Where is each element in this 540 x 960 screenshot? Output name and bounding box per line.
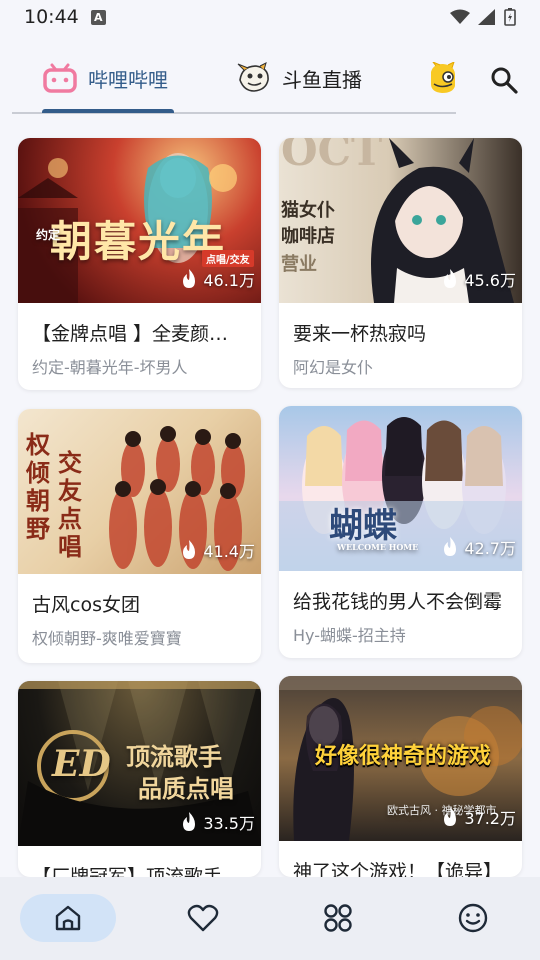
tab-label: 斗鱼直播 <box>282 67 362 92</box>
view-count-value: 33.5万 <box>203 814 255 833</box>
thumbnail-small: 约定 <box>36 228 61 242</box>
view-count: 37.2万 <box>442 805 516 829</box>
stream-thumbnail: OCT 猫女仆 咖啡店 营业 45.6万 <box>279 138 522 303</box>
smile-icon <box>458 903 488 933</box>
search-button[interactable] <box>486 62 522 98</box>
stream-thumbnail: 朝暮光年 约定 点唱/交友 46.1万 <box>18 138 261 303</box>
stream-thumbnail: 蝴蝶 WELCOME HOME 42.7万 <box>279 406 522 571</box>
stream-title: 【金牌点唱 】全麦颜值天花板 <box>32 323 261 345</box>
signal-icon <box>478 9 495 25</box>
stream-title: 【厂牌冠军】顶流歌手品质点唱 <box>32 866 261 877</box>
thumbnail-small: WELCOME HOME <box>337 542 419 552</box>
streamer-name: 约定-朝暮光年-坏男人 <box>32 358 188 377</box>
thumbnail-small: 品质点唱 <box>138 774 234 803</box>
view-count-value: 41.4万 <box>203 542 255 561</box>
status-time: 10:44 <box>24 6 79 28</box>
fire-icon <box>183 269 196 288</box>
nav-home[interactable] <box>20 894 116 942</box>
battery-icon <box>504 8 516 26</box>
thumbnail-tag: 点唱/交友 <box>202 250 254 267</box>
stream-card[interactable]: 朝暮光年 约定 点唱/交友 46.1万 【金牌点唱 】全麦颜值天花板 约定-朝暮… <box>18 138 261 390</box>
fire-icon <box>444 807 457 826</box>
fire-icon <box>183 540 196 559</box>
nav-categories[interactable] <box>290 894 386 942</box>
apps-icon <box>324 904 352 932</box>
thumbnail-small: OCT <box>281 138 383 175</box>
stream-title: 要来一杯热寂吗 <box>293 323 427 345</box>
view-count: 42.7万 <box>442 535 516 559</box>
view-count-value: 46.1万 <box>203 271 255 290</box>
thumbnail-title: 权倾朝野 <box>26 430 50 543</box>
stream-thumbnail: 权倾朝野 交友点唱 41.4万 <box>18 409 261 574</box>
fire-icon <box>444 537 457 556</box>
tab-bilibili[interactable]: 哔哩哔哩 <box>42 52 168 104</box>
stream-card[interactable]: ED 顶流歌手 品质点唱 33.5万 【厂牌冠军】顶流歌手品质点唱 <box>18 681 261 877</box>
heart-icon <box>187 904 219 932</box>
view-count: 41.4万 <box>181 538 255 562</box>
tab-label: 哔哩哔哩 <box>88 67 168 92</box>
streamer-name: 权倾朝野-爽唯爱寶寶 <box>32 629 182 648</box>
view-count: 46.1万 <box>181 267 255 291</box>
view-count-value: 37.2万 <box>464 809 516 828</box>
view-count: 45.6万 <box>442 267 516 291</box>
thumbnail-small: 交友点唱 <box>58 448 82 561</box>
stream-title: 古风cos女团 <box>32 594 140 616</box>
streamer-name: 阿幻是女仆 <box>293 358 374 377</box>
tab-huya[interactable] <box>428 52 458 104</box>
thumbnail-title: 猫女仆 咖啡店 <box>281 200 335 247</box>
stream-card[interactable]: 权倾朝野 交友点唱 41.4万 古风cos女团 权倾朝野-爽唯爱寶寶 <box>18 409 261 663</box>
fire-icon <box>444 269 457 288</box>
thumbnail-title: 好像很神奇的游戏 <box>315 743 492 769</box>
search-icon <box>491 67 518 94</box>
thumbnail-title: 朝暮光年 <box>50 217 227 266</box>
wifi-icon <box>450 9 470 24</box>
nav-favorites[interactable] <box>155 894 251 942</box>
stream-card[interactable]: 蝴蝶 WELCOME HOME 42.7万 给我花钱的男人不会倒霉 Hy-蝴蝶-… <box>279 406 522 658</box>
huya-icon <box>431 62 455 93</box>
home-icon <box>55 905 81 931</box>
bilibili-icon <box>43 63 77 93</box>
thumbnail-title: 顶流歌手 <box>126 742 222 771</box>
stream-title: 给我花钱的男人不会倒霉 <box>293 591 503 613</box>
status-icons <box>450 8 516 26</box>
nav-profile[interactable] <box>425 894 521 942</box>
stream-card[interactable]: 好像很神奇的游戏 欧式古风 · 神秘学都市 37.2万 神了这个游戏！【诡异】 <box>279 676 522 877</box>
view-count-value: 42.7万 <box>464 539 516 558</box>
status-bar: 10:44 A <box>0 0 540 34</box>
tab-active-indicator <box>42 109 174 113</box>
tab-douyu[interactable]: 斗鱼直播 <box>236 52 362 104</box>
notification-icon: A <box>90 9 106 25</box>
thumbnail-tag: 营业 <box>281 254 317 275</box>
view-count: 33.5万 <box>181 810 255 834</box>
fire-icon <box>183 812 196 831</box>
stream-title: 神了这个游戏！【诡异】 <box>293 861 503 877</box>
bottom-navigation <box>0 877 540 960</box>
view-count-value: 45.6万 <box>464 271 516 290</box>
thumbnail-title: 蝴蝶 <box>329 506 397 546</box>
thumbnail-tag: ED <box>52 743 111 785</box>
stream-card[interactable]: OCT 猫女仆 咖啡店 营业 45.6万 要来一杯热寂吗 阿幻是女仆 <box>279 138 522 388</box>
platform-tabs: 哔哩哔哩 斗鱼直播 <box>0 52 540 114</box>
stream-thumbnail: ED 顶流歌手 品质点唱 33.5万 <box>18 681 261 846</box>
douyu-icon <box>237 62 269 92</box>
streamer-name: Hy-蝴蝶-招主持 <box>293 626 406 645</box>
stream-thumbnail: 好像很神奇的游戏 欧式古风 · 神秘学都市 37.2万 <box>279 676 522 841</box>
